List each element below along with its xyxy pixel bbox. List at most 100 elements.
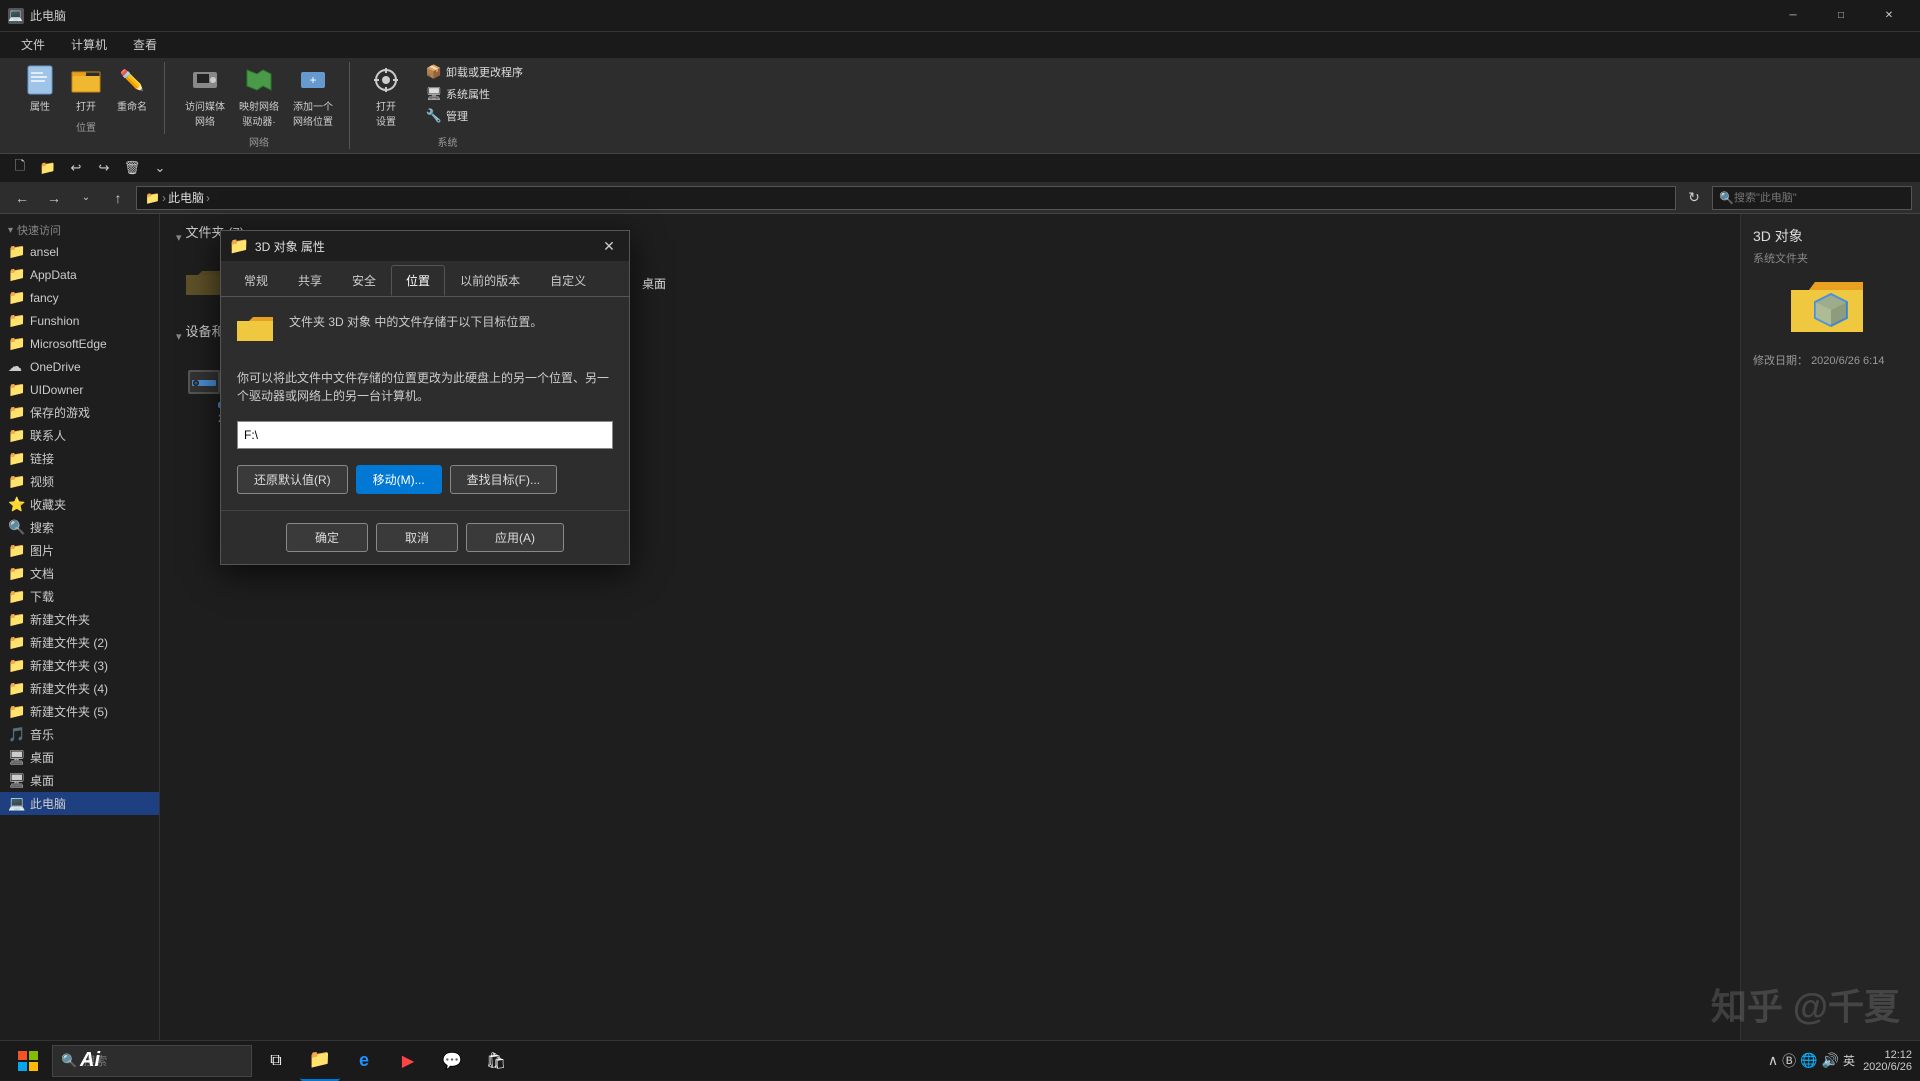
map-drive-button[interactable]: 映射网络驱动器· xyxy=(235,62,283,130)
tray-input-lang[interactable]: 英 xyxy=(1843,1052,1855,1069)
tab-previous[interactable]: 以前的版本 xyxy=(445,265,535,296)
item-label: 收藏夹 xyxy=(30,496,66,513)
explorer-button[interactable]: 📁 xyxy=(300,1041,340,1081)
add-network-button[interactable]: + 添加一个网络位置 xyxy=(289,62,337,130)
qa-properties[interactable]: 🗋 xyxy=(8,156,32,180)
quick-access-section[interactable]: ▾ 快速访问 xyxy=(0,218,159,240)
properties-dialog: 📁 3D 对象 属性 ✕ 常规 共享 安全 位置 以前的版本 自定义 文件夹 3… xyxy=(220,230,630,565)
sidebar-item-this-pc[interactable]: 💻 此电脑 xyxy=(0,792,159,815)
back-button[interactable]: ← xyxy=(8,184,36,212)
manage-button[interactable]: 🔧 管理 xyxy=(420,106,529,126)
sidebar-item-msedge[interactable]: 📁 MicrosoftEdge xyxy=(0,332,159,355)
tab-custom[interactable]: 自定义 xyxy=(535,265,601,296)
manage-label: 管理 xyxy=(446,108,468,124)
sidebar-item-documents[interactable]: 📁 文档 xyxy=(0,562,159,585)
rename-button[interactable]: ✏️ 重命名 xyxy=(112,62,152,115)
find-target-button[interactable]: 查找目标(F)... xyxy=(450,465,557,494)
tab-general[interactable]: 常规 xyxy=(229,265,283,296)
item-label: 图片 xyxy=(30,542,54,559)
sidebar-item-favorites[interactable]: ⭐ 收藏夹 xyxy=(0,493,159,516)
sidebar-item-new-folder4[interactable]: 📁 新建文件夹 (4) xyxy=(0,677,159,700)
dialog-folder-row: 文件夹 3D 对象 中的文件存储于以下目标位置。 xyxy=(237,313,613,353)
sidebar-item-funshion[interactable]: 📁 Funshion xyxy=(0,309,159,332)
tray-time[interactable]: 12:12 2020/6/26 xyxy=(1863,1049,1912,1073)
minimize-button[interactable]: ─ xyxy=(1770,0,1816,32)
sidebar-item-uidowner[interactable]: 📁 UIDowner xyxy=(0,378,159,401)
start-button[interactable] xyxy=(8,1041,48,1081)
forward-button[interactable]: → xyxy=(40,184,68,212)
qa-undo[interactable]: ↩ xyxy=(64,156,88,180)
item-label: 此电脑 xyxy=(30,795,66,812)
open-button[interactable]: 打开 xyxy=(66,62,106,115)
properties-button[interactable]: 属性 xyxy=(20,62,60,115)
sidebar-item-links[interactable]: 📁 链接 xyxy=(0,447,159,470)
sidebar-item-new-folder2[interactable]: 📁 新建文件夹 (2) xyxy=(0,631,159,654)
dialog-close-button[interactable]: ✕ xyxy=(597,234,621,258)
sidebar-item-music[interactable]: 🎵 音乐 xyxy=(0,723,159,746)
search-box[interactable]: 🔍 xyxy=(1712,186,1912,210)
media-player-button[interactable]: ▶ xyxy=(388,1041,428,1081)
sidebar-item-fancy[interactable]: 📁 fancy xyxy=(0,286,159,309)
sidebar-item-video[interactable]: 📁 视频 xyxy=(0,470,159,493)
tab-file[interactable]: 文件 xyxy=(8,31,58,58)
tab-security[interactable]: 安全 xyxy=(337,265,391,296)
tray-network[interactable]: 🌐 xyxy=(1800,1052,1817,1069)
cancel-button[interactable]: 取消 xyxy=(376,523,458,552)
sidebar-item-ansel[interactable]: 📁 ansel xyxy=(0,240,159,263)
sidebar-item-desktop1[interactable]: 🖥 桌面 xyxy=(0,746,159,769)
tab-computer[interactable]: 计算机 xyxy=(58,31,120,58)
settings-icon xyxy=(370,64,402,96)
location-items: 属性 打开 ✏️ 重命名 xyxy=(20,62,152,115)
sys-props-button[interactable]: 🖥 系统属性 xyxy=(420,84,529,104)
tab-location[interactable]: 位置 xyxy=(391,265,445,296)
store-button[interactable]: 🛍 xyxy=(476,1041,516,1081)
search-input[interactable] xyxy=(1734,192,1905,204)
sidebar-item-new-folder5[interactable]: 📁 新建文件夹 (5) xyxy=(0,700,159,723)
up-button[interactable]: ↑ xyxy=(104,184,132,212)
sidebar-item-pictures[interactable]: 📁 图片 xyxy=(0,539,159,562)
sidebar-item-downloads[interactable]: 📁 下载 xyxy=(0,585,159,608)
taskview-button[interactable]: ⧉ xyxy=(256,1041,296,1081)
apply-button[interactable]: 应用(A) xyxy=(466,523,564,552)
qa-redo[interactable]: ↪ xyxy=(92,156,116,180)
tab-view[interactable]: 查看 xyxy=(120,31,170,58)
qa-new-folder[interactable]: 📁 xyxy=(36,156,60,180)
restore-default-button[interactable]: 还原默认值(R) xyxy=(237,465,348,494)
tray-volume[interactable]: 🔊 xyxy=(1822,1052,1839,1069)
window-controls: ─ □ ✕ xyxy=(1770,0,1912,32)
sidebar-item-contacts[interactable]: 📁 联系人 xyxy=(0,424,159,447)
item-label: 新建文件夹 (3) xyxy=(30,657,108,674)
media-icon xyxy=(189,64,221,96)
sidebar-item-desktop2[interactable]: 🖥 桌面 xyxy=(0,769,159,792)
tab-sharing[interactable]: 共享 xyxy=(283,265,337,296)
tray-arrow[interactable]: ∧ xyxy=(1768,1052,1778,1069)
sidebar-item-new-folder3[interactable]: 📁 新建文件夹 (3) xyxy=(0,654,159,677)
quick-access-toolbar: 🗋 📁 ↩ ↪ 🗑 ⌄ xyxy=(0,154,1920,182)
wechat-button[interactable]: 💬 xyxy=(432,1041,472,1081)
item-label: 桌面 xyxy=(30,772,54,789)
sidebar-item-appdata[interactable]: 📁 AppData xyxy=(0,263,159,286)
media-server-button[interactable]: 访问媒体网络 xyxy=(181,62,229,130)
ie-button[interactable]: e xyxy=(344,1041,384,1081)
qa-more[interactable]: ⌄ xyxy=(148,156,172,180)
sidebar-item-new-folder[interactable]: 📁 新建文件夹 xyxy=(0,608,159,631)
sidebar-item-saved-games[interactable]: 📁 保存的游戏 xyxy=(0,401,159,424)
open-settings-button[interactable]: 打开设置 xyxy=(366,62,406,130)
taskview-icon: ⧉ xyxy=(270,1052,281,1070)
qa-delete[interactable]: 🗑 xyxy=(120,156,144,180)
sidebar-item-search[interactable]: 🔍 搜索 xyxy=(0,516,159,539)
breadcrumb: 📁 › 此电脑 › xyxy=(145,189,212,206)
uninstall-button[interactable]: 📦 卸载或更改程序 xyxy=(420,62,529,82)
music-icon: 🎵 xyxy=(8,726,26,743)
move-button[interactable]: 移动(M)... xyxy=(356,465,442,494)
sidebar-item-onedrive[interactable]: ☁ OneDrive xyxy=(0,355,159,378)
ok-button[interactable]: 确定 xyxy=(286,523,368,552)
close-button[interactable]: ✕ xyxy=(1866,0,1912,32)
address-box[interactable]: 📁 › 此电脑 › xyxy=(136,186,1676,210)
dropdown-button[interactable]: ⌄ xyxy=(72,184,100,212)
dialog-path-input[interactable] xyxy=(237,421,613,449)
tray-bluetooth[interactable]: Ⓑ xyxy=(1782,1051,1796,1071)
maximize-button[interactable]: □ xyxy=(1818,0,1864,32)
refresh-button[interactable]: ↻ xyxy=(1680,184,1708,212)
properties-label: 属性 xyxy=(30,98,50,113)
